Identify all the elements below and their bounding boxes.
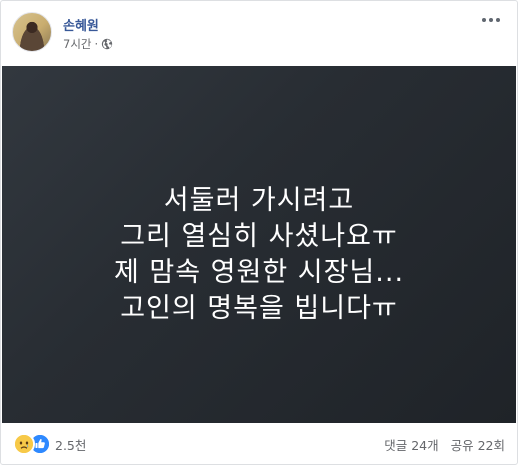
comments-count-link[interactable]: 댓글 24개: [384, 438, 438, 453]
post-footer: 2.5천 댓글 24개 공유 22회: [1, 424, 517, 464]
post-line: 그리 열심히 사셨나요ㅠ: [120, 220, 398, 252]
author-name[interactable]: 손혜원: [63, 15, 99, 34]
post-line: 제 맘속 영원한 시장님...: [113, 256, 405, 288]
post-timestamp[interactable]: 7시간: [63, 36, 91, 52]
post-line: 고인의 명복을 빕니다ㅠ: [120, 292, 398, 324]
post-content: 서둘러 가시려고 그리 열심히 사셨나요ㅠ 제 맘속 영원한 시장님... 고인…: [114, 183, 404, 327]
shares-count-link[interactable]: 공유 22회: [451, 438, 505, 453]
avatar[interactable]: [12, 12, 52, 52]
post-header: 손혜원 7시간 ·: [1, 1, 517, 65]
globe-icon[interactable]: [101, 38, 113, 50]
meta-separator: ·: [94, 37, 99, 51]
post-card: 손혜원 7시간 · 서둘러 가시려고 그리 열심히 사셨나요ㅠ 제 맘속 영원한…: [0, 0, 518, 465]
post-text-image[interactable]: 서둘러 가시려고 그리 열심히 사셨나요ㅠ 제 맘속 영원한 시장님... 고인…: [2, 66, 516, 423]
post-meta: 7시간 ·: [63, 36, 113, 52]
reactions-summary[interactable]: 2.5천: [13, 433, 86, 455]
reaction-count[interactable]: 2.5천: [55, 435, 86, 454]
more-options-icon: [482, 18, 486, 22]
post-line: 서둘러 가시려고: [163, 184, 355, 216]
sad-icon: [13, 433, 35, 455]
more-options-button[interactable]: [477, 9, 505, 31]
engagement-stats: 댓글 24개 공유 22회: [384, 435, 505, 454]
